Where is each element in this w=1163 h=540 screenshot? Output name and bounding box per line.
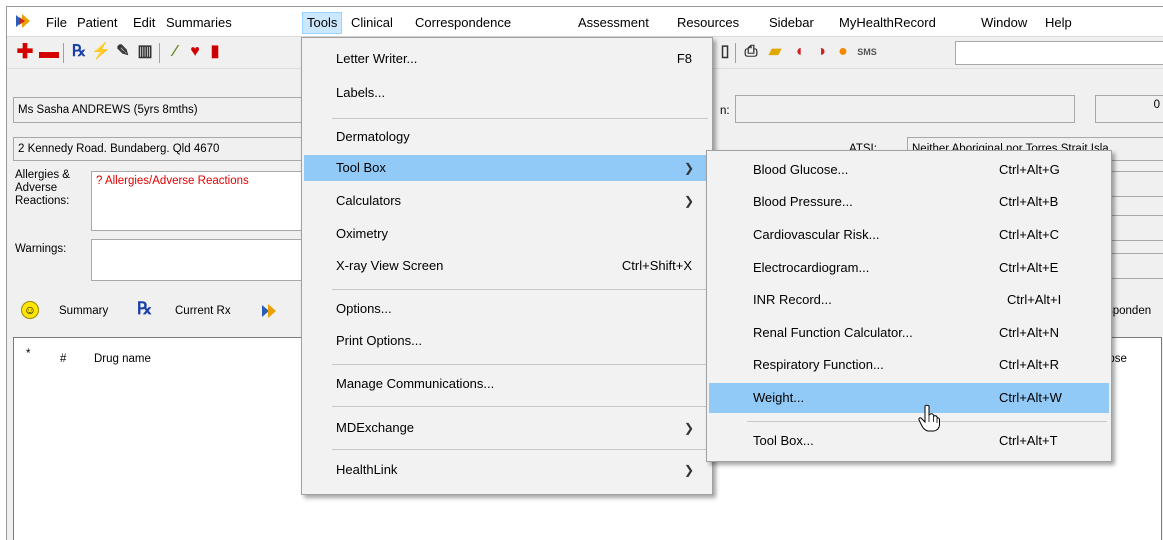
submenu-arrow-icon: ❯ <box>683 161 694 175</box>
submenu-arrow-icon: ❯ <box>683 463 694 477</box>
right-field-4 <box>1107 253 1163 279</box>
tools-menu: Letter Writer... F8 Labels... Dermatology… <box>301 37 713 495</box>
menu-item-letter-writer[interactable]: Letter Writer... F8 <box>304 46 710 72</box>
submenu-item-blood-pressure[interactable]: Blood Pressure... Ctrl+Alt+B <box>709 189 1109 215</box>
submenu-item-renal-function-calculator[interactable]: Renal Function Calculator... Ctrl+Alt+N <box>709 320 1109 346</box>
menu-edit[interactable]: Edit <box>129 12 159 34</box>
menu-assessment[interactable]: Assessment <box>574 12 653 34</box>
menu-help[interactable]: Help <box>1041 12 1076 34</box>
patient-address-field: 2 Kennedy Road. Bundaberg. Qld 4670 <box>13 137 303 161</box>
allergies-field[interactable]: ? Allergies/Adverse Reactions <box>91 171 303 231</box>
submenu-arrow-icon: ❯ <box>683 194 694 208</box>
prescription-icon[interactable]: ℞ <box>69 42 89 62</box>
submenu-item-tool-box[interactable]: Tool Box... Ctrl+Alt+T <box>709 428 1109 454</box>
running-man-icon[interactable]: ⚡ <box>91 42 111 62</box>
menu-clinical[interactable]: Clinical <box>347 12 397 34</box>
toolbar-separator <box>159 43 160 63</box>
smiley-icon[interactable]: ☺ <box>21 301 39 319</box>
right-panel-value: 0 <box>1095 95 1163 123</box>
hand-pointer-cursor-icon <box>918 404 940 432</box>
heart-icon[interactable]: ♥ <box>185 42 205 62</box>
grid-col-drug-name[interactable]: Drug name <box>94 353 151 365</box>
printer-icon[interactable]: ⎙ <box>741 42 761 62</box>
submenu-item-inr-record[interactable]: INR Record... Ctrl+Alt+I <box>709 287 1109 313</box>
notes-icon[interactable]: ✎ <box>113 42 133 62</box>
right-field-3 <box>1107 215 1163 241</box>
submenu-item-blood-glucose[interactable]: Blood Glucose... Ctrl+Alt+G <box>709 157 1109 183</box>
open-folder-icon[interactable]: ▰ <box>765 42 785 62</box>
menu-correspondence[interactable]: Correspondence <box>411 12 515 34</box>
menu-tools[interactable]: Tools <box>302 12 343 34</box>
submenu-item-respiratory-function[interactable]: Respiratory Function... Ctrl+Alt+R <box>709 352 1109 378</box>
submenu-item-cardiovascular-risk[interactable]: Cardiovascular Risk... Ctrl+Alt+C <box>709 222 1109 248</box>
patient-name-field: Ms Sasha ANDREWS (5yrs 8mths) <box>13 97 303 123</box>
app-logo-icon[interactable] <box>13 11 33 31</box>
menu-summaries[interactable]: Summaries <box>162 12 236 34</box>
remove-icon[interactable]: ▬ <box>39 42 59 62</box>
tab-app-icon[interactable] <box>259 301 279 321</box>
submenu-arrow-icon: ❯ <box>683 421 694 435</box>
menu-item-dermatology[interactable]: Dermatology <box>304 124 710 150</box>
sms-icon[interactable]: SMS <box>857 42 877 62</box>
toolbar-separator <box>63 43 64 63</box>
menu-bar: File Patient Edit Summaries Tools Clinic… <box>7 7 1163 37</box>
menu-item-tool-box[interactable]: Tool Box ❯ <box>304 155 710 181</box>
right-panel-label: n: <box>720 105 730 117</box>
tab-summary[interactable]: Summary <box>59 305 108 317</box>
menu-item-options[interactable]: Options... <box>304 296 710 322</box>
grid-col-number[interactable]: # <box>60 353 66 365</box>
book-icon[interactable]: ▥ <box>135 42 155 62</box>
orange-circle-icon[interactable]: ● <box>833 42 853 62</box>
menu-item-manage-communications[interactable]: Manage Communications... <box>304 371 710 397</box>
partial-icon[interactable]: ▯ <box>715 42 735 62</box>
menu-separator <box>332 118 708 119</box>
warnings-label: Warnings: <box>15 243 67 255</box>
tab-correspondence[interactable]: sponden <box>1107 305 1151 317</box>
add-icon[interactable]: ✚ <box>15 42 35 62</box>
menu-separator <box>332 289 708 290</box>
tab-current-rx[interactable]: Current Rx <box>175 305 231 317</box>
menu-item-print-options[interactable]: Print Options... <box>304 328 710 354</box>
warnings-field[interactable] <box>91 239 303 281</box>
grid-col-star[interactable]: * <box>26 348 30 360</box>
allergies-label: Allergies & Adverse Reactions: <box>15 169 70 207</box>
menu-separator <box>332 364 708 365</box>
menu-sidebar[interactable]: Sidebar <box>765 12 818 34</box>
menu-item-oximetry[interactable]: Oximetry <box>304 221 710 247</box>
submenu-item-weight[interactable]: Weight... Ctrl+Alt+W <box>709 383 1109 413</box>
menu-item-calculators[interactable]: Calculators ❯ <box>304 188 710 214</box>
menu-separator <box>332 449 708 450</box>
right-field-2 <box>1107 171 1163 197</box>
thermometer-icon[interactable]: ▮ <box>205 42 225 62</box>
menu-file[interactable]: File <box>42 12 71 34</box>
bottle-icon[interactable]: ◖ <box>789 42 809 62</box>
toolbox-submenu: Blood Glucose... Ctrl+Alt+G Blood Pressur… <box>706 150 1112 462</box>
needle-icon[interactable]: ⁄ <box>165 42 185 62</box>
current-rx-icon: ℞ <box>137 299 153 318</box>
right-panel-field <box>735 95 1075 123</box>
menu-item-xray-view-screen[interactable]: X-ray View Screen Ctrl+Shift+X <box>304 253 710 279</box>
toolbar-search-input[interactable] <box>955 41 1163 65</box>
toolbar-separator <box>735 43 736 63</box>
menu-item-healthlink[interactable]: HealthLink ❯ <box>304 457 710 483</box>
menu-myhealthrecord[interactable]: MyHealthRecord <box>835 12 940 34</box>
menu-separator <box>332 406 708 407</box>
menu-item-mdexchange[interactable]: MDExchange ❯ <box>304 415 710 441</box>
menu-resources[interactable]: Resources <box>673 12 743 34</box>
menu-patient[interactable]: Patient <box>73 12 121 34</box>
submenu-item-electrocardiogram[interactable]: Electrocardiogram... Ctrl+Alt+E <box>709 255 1109 281</box>
menu-item-labels[interactable]: Labels... <box>304 80 710 106</box>
myhealthrecord-icon[interactable]: ◑ <box>811 42 831 62</box>
menu-window[interactable]: Window <box>977 12 1031 34</box>
